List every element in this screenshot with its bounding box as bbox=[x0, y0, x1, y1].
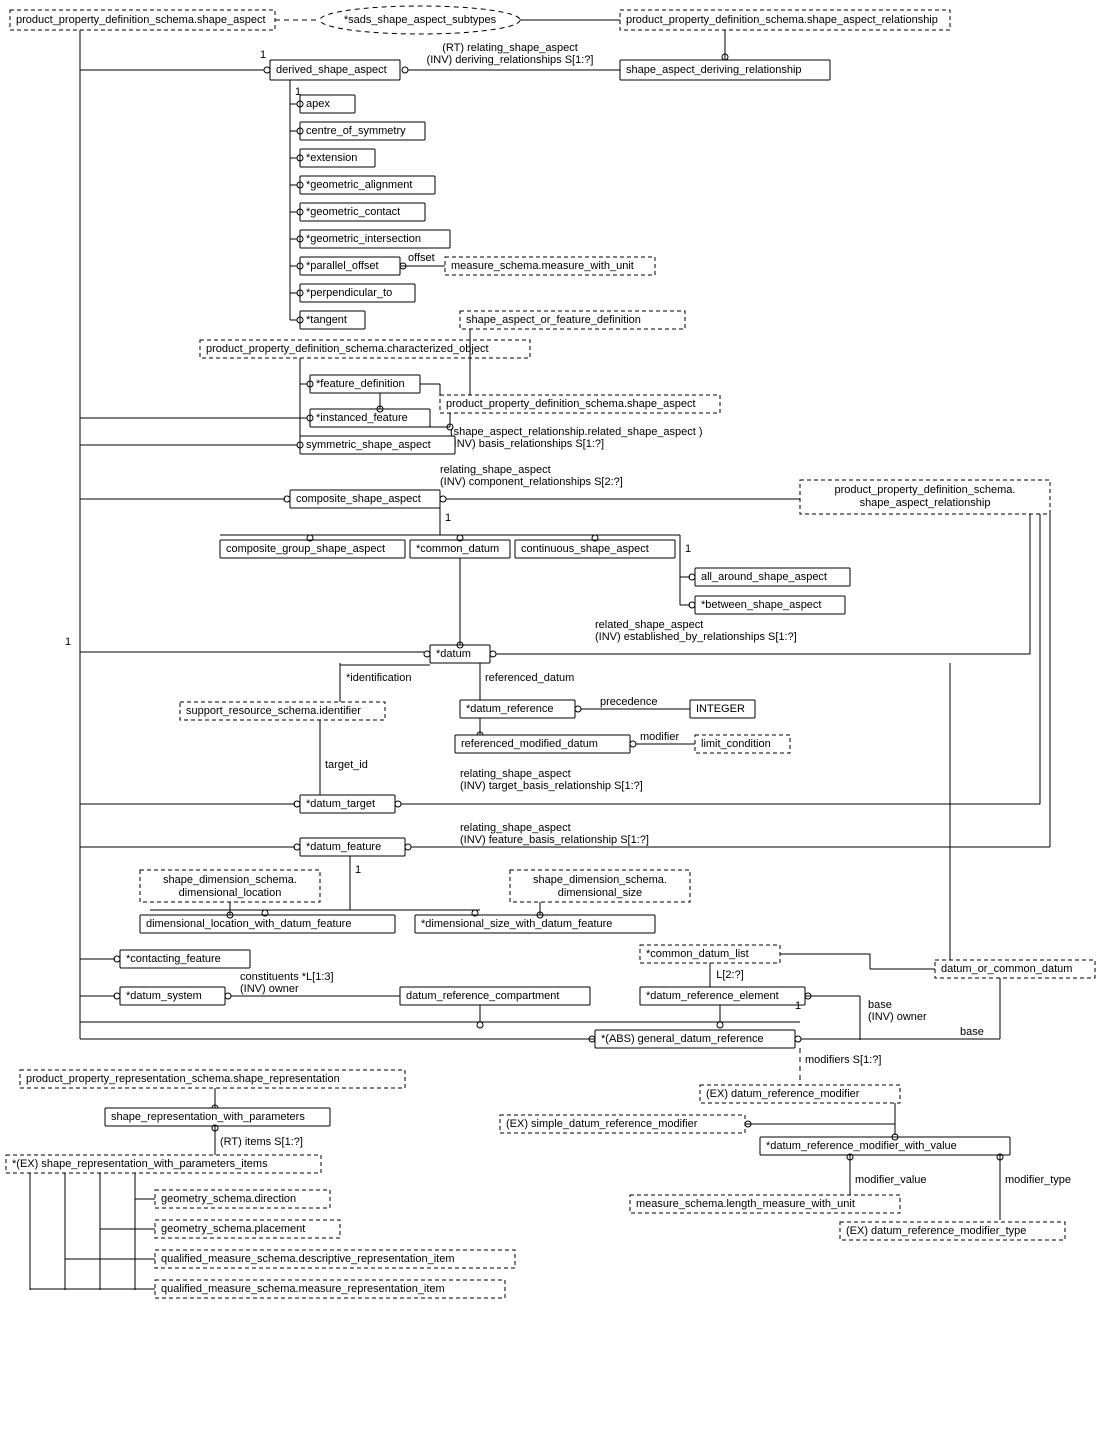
express-g-diagram: product_property_definition_schema.shape… bbox=[0, 0, 1098, 1431]
svg-text:1: 1 bbox=[65, 636, 71, 648]
svg-text:relating_shape_aspect: relating_shape_aspect bbox=[440, 464, 551, 476]
svg-text:(shape_aspect_relationship.rel: (shape_aspect_relationship.related_shape… bbox=[450, 426, 703, 438]
svg-text:product_property_definition_sc: product_property_definition_schema.chara… bbox=[206, 343, 489, 355]
svg-text:(INV) feature_basis_relationsh: (INV) feature_basis_relationship S[1:?] bbox=[460, 834, 649, 846]
svg-text:*dimensional_size_with_datum_f: *dimensional_size_with_datum_feature bbox=[421, 918, 612, 930]
svg-text:1: 1 bbox=[795, 1000, 801, 1012]
svg-text:*instanced_feature: *instanced_feature bbox=[316, 412, 408, 424]
svg-text:referenced_modified_datum: referenced_modified_datum bbox=[461, 738, 598, 750]
svg-text:dimensional_size: dimensional_size bbox=[558, 887, 642, 899]
svg-text:*datum_reference_modifier_with: *datum_reference_modifier_with_value bbox=[766, 1140, 957, 1152]
svg-text:*sads_shape_aspect_subtypes: *sads_shape_aspect_subtypes bbox=[344, 14, 497, 26]
svg-text:*common_datum_list: *common_datum_list bbox=[646, 948, 749, 960]
svg-text:offset: offset bbox=[408, 252, 435, 264]
svg-text:*geometric_contact: *geometric_contact bbox=[306, 206, 400, 218]
svg-text:*(EX) shape_representation_wit: *(EX) shape_representation_with_paramete… bbox=[12, 1158, 268, 1170]
svg-text:continuous_shape_aspect: continuous_shape_aspect bbox=[521, 543, 649, 555]
svg-text:symmetric_shape_aspect: symmetric_shape_aspect bbox=[306, 439, 431, 451]
svg-text:dimensional_location_with_datu: dimensional_location_with_datum_feature bbox=[146, 918, 351, 930]
svg-text:dimensional_location: dimensional_location bbox=[179, 887, 282, 899]
svg-text:modifiers S[1:?]: modifiers S[1:?] bbox=[805, 1054, 881, 1066]
svg-text:apex: apex bbox=[306, 98, 330, 110]
svg-text:(INV) deriving_relationships S: (INV) deriving_relationships S[1:?] bbox=[427, 54, 594, 66]
svg-text:*datum_target: *datum_target bbox=[306, 798, 375, 810]
svg-text:datum_or_common_datum: datum_or_common_datum bbox=[941, 963, 1072, 975]
svg-text:*tangent: *tangent bbox=[306, 314, 347, 326]
svg-text:*common_datum: *common_datum bbox=[416, 543, 499, 555]
svg-text:modifier_value: modifier_value bbox=[855, 1174, 927, 1186]
svg-text:(RT) relating_shape_aspect: (RT) relating_shape_aspect bbox=[442, 42, 578, 54]
svg-text:measure_schema.measure_with_un: measure_schema.measure_with_unit bbox=[451, 260, 634, 272]
svg-text:product_property_definition_sc: product_property_definition_schema.shape… bbox=[446, 398, 696, 410]
svg-text:shape_dimension_schema.: shape_dimension_schema. bbox=[533, 874, 667, 886]
svg-text:*identification: *identification bbox=[346, 672, 411, 684]
svg-text:L[2:?]: L[2:?] bbox=[716, 969, 744, 981]
svg-text:*feature_definition: *feature_definition bbox=[316, 378, 405, 390]
svg-text:derived_shape_aspect: derived_shape_aspect bbox=[276, 64, 387, 76]
svg-text:precedence: precedence bbox=[600, 696, 658, 708]
svg-text:modifier_type: modifier_type bbox=[1005, 1174, 1071, 1186]
svg-text:*datum_system: *datum_system bbox=[126, 990, 202, 1002]
svg-text:qualified_measure_schema.measu: qualified_measure_schema.measure_represe… bbox=[161, 1283, 445, 1295]
svg-text:*datum: *datum bbox=[436, 648, 471, 660]
svg-text:base: base bbox=[960, 1026, 984, 1038]
svg-text:*geometric_alignment: *geometric_alignment bbox=[306, 179, 412, 191]
svg-text:INTEGER: INTEGER bbox=[696, 703, 745, 715]
svg-text:relating_shape_aspect: relating_shape_aspect bbox=[460, 822, 571, 834]
svg-text:shape_aspect_relationship: shape_aspect_relationship bbox=[860, 497, 991, 509]
svg-text:base: base bbox=[868, 999, 892, 1011]
svg-text:(RT) items S[1:?]: (RT) items S[1:?] bbox=[220, 1136, 303, 1148]
svg-text:*contacting_feature: *contacting_feature bbox=[126, 953, 221, 965]
svg-text:product_property_definition_sc: product_property_definition_schema.shape… bbox=[626, 14, 938, 26]
svg-text:qualified_measure_schema.descr: qualified_measure_schema.descriptive_rep… bbox=[161, 1253, 455, 1265]
svg-text:1: 1 bbox=[685, 543, 691, 555]
svg-text:*datum_reference_element: *datum_reference_element bbox=[646, 990, 779, 1002]
svg-text:product_property_definition_sc: product_property_definition_schema.shape… bbox=[16, 14, 266, 26]
svg-text:relating_shape_aspect: relating_shape_aspect bbox=[460, 768, 571, 780]
svg-text:(INV) established_by_relations: (INV) established_by_relationships S[1:?… bbox=[595, 631, 797, 643]
svg-text:constituents *L[1:3]: constituents *L[1:3] bbox=[240, 971, 334, 983]
svg-text:*(ABS) general_datum_reference: *(ABS) general_datum_reference bbox=[601, 1033, 764, 1045]
svg-text:1: 1 bbox=[445, 512, 451, 524]
svg-text:*geometric_intersection: *geometric_intersection bbox=[306, 233, 421, 245]
svg-text:*between_shape_aspect: *between_shape_aspect bbox=[701, 599, 821, 611]
svg-text:*datum_reference: *datum_reference bbox=[466, 703, 553, 715]
svg-text:(EX) datum_reference_modifier_: (EX) datum_reference_modifier_type bbox=[846, 1225, 1026, 1237]
svg-text:(INV) basis_relationships S[1:: (INV) basis_relationships S[1:?] bbox=[450, 438, 604, 450]
svg-text:product_property_representatio: product_property_representation_schema.s… bbox=[26, 1073, 340, 1085]
svg-text:1: 1 bbox=[260, 49, 266, 61]
svg-text:all_around_shape_aspect: all_around_shape_aspect bbox=[701, 571, 827, 583]
svg-text:composite_shape_aspect: composite_shape_aspect bbox=[296, 493, 421, 505]
svg-text:shape_dimension_schema.: shape_dimension_schema. bbox=[163, 874, 297, 886]
svg-text:*datum_feature: *datum_feature bbox=[306, 841, 381, 853]
svg-text:referenced_datum: referenced_datum bbox=[485, 672, 574, 684]
svg-text:support_resource_schema.identi: support_resource_schema.identifier bbox=[186, 705, 361, 717]
svg-text:datum_reference_compartment: datum_reference_compartment bbox=[406, 990, 559, 1002]
svg-text:(EX) datum_reference_modifier: (EX) datum_reference_modifier bbox=[706, 1088, 860, 1100]
svg-text:centre_of_symmetry: centre_of_symmetry bbox=[306, 125, 406, 137]
svg-text:modifier: modifier bbox=[640, 731, 679, 743]
svg-text:(INV) owner: (INV) owner bbox=[240, 983, 299, 995]
svg-text:(INV) owner: (INV) owner bbox=[868, 1011, 927, 1023]
svg-text:shape_representation_with_para: shape_representation_with_parameters bbox=[111, 1111, 305, 1123]
svg-text:product_property_definition_sc: product_property_definition_schema. bbox=[834, 484, 1015, 496]
svg-text:(INV) component_relationships: (INV) component_relationships S[2:?] bbox=[440, 476, 623, 488]
svg-text:*parallel_offset: *parallel_offset bbox=[306, 260, 379, 272]
svg-text:measure_schema.length_measure_: measure_schema.length_measure_with_unit bbox=[636, 1198, 855, 1210]
svg-text:shape_aspect_or_feature_defini: shape_aspect_or_feature_definition bbox=[466, 314, 641, 326]
svg-text:related_shape_aspect: related_shape_aspect bbox=[595, 619, 703, 631]
svg-text:(INV) target_basis_relationshi: (INV) target_basis_relationship S[1:?] bbox=[460, 780, 643, 792]
svg-text:*perpendicular_to: *perpendicular_to bbox=[306, 287, 392, 299]
svg-text:(EX) simple_datum_reference_mo: (EX) simple_datum_reference_modifier bbox=[506, 1118, 698, 1130]
svg-text:target_id: target_id bbox=[325, 759, 368, 771]
svg-text:1: 1 bbox=[355, 864, 361, 876]
svg-text:composite_group_shape_aspect: composite_group_shape_aspect bbox=[226, 543, 385, 555]
svg-text:shape_aspect_deriving_relation: shape_aspect_deriving_relationship bbox=[626, 64, 802, 76]
svg-text:limit_condition: limit_condition bbox=[701, 738, 771, 750]
svg-text:geometry_schema.placement: geometry_schema.placement bbox=[161, 1223, 305, 1235]
svg-text:geometry_schema.direction: geometry_schema.direction bbox=[161, 1193, 296, 1205]
svg-text:*extension: *extension bbox=[306, 152, 357, 164]
